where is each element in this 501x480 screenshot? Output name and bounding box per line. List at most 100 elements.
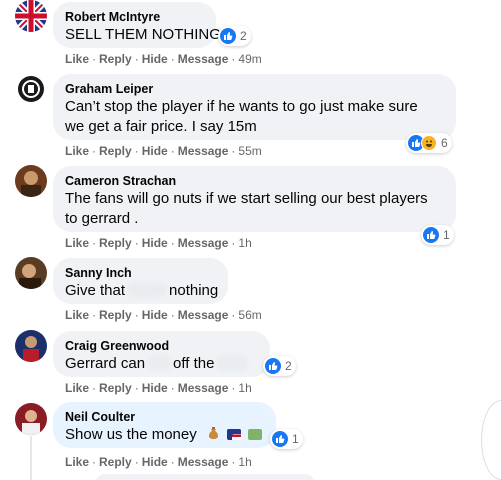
separator: · [92,308,97,322]
flag-emoji [227,429,242,440]
avatar[interactable] [15,0,47,32]
comment-text-line: we get a fair price. I say 15m [65,118,257,135]
comment-text: Give that nothing [65,281,219,301]
separator: · [134,381,139,395]
timestamp[interactable]: 55m [238,144,261,158]
like-link[interactable]: Like [65,455,89,469]
comment-actions: Like · Reply · Hide · Message · 1h [65,380,252,396]
union-jack-icon [15,0,47,32]
comment-text-line: The fans will go nuts if we start sellin… [65,190,428,207]
hide-link[interactable]: Hide [142,236,168,250]
reply-link[interactable]: Reply [99,236,132,250]
comment-bubble: Sanny Inch Give that nothing [53,258,228,304]
hide-link[interactable]: Hide [142,52,168,66]
reaction-summary[interactable]: 1 [421,225,454,245]
like-link[interactable]: Like [65,144,89,158]
avatar[interactable] [15,165,47,197]
separator: · [231,381,236,395]
reaction-summary[interactable]: 1 [270,429,303,449]
message-link[interactable]: Message [178,308,229,322]
comment-author[interactable]: Graham Leiper [65,81,444,97]
like-link[interactable]: Like [65,381,89,395]
message-link[interactable]: Message [178,455,229,469]
reply-link[interactable]: Reply [99,455,132,469]
message-link[interactable]: Message [178,52,229,66]
reaction-count: 2 [285,359,292,373]
separator: · [92,455,97,469]
like-icon [220,28,236,44]
separator: · [170,52,175,66]
reaction-summary[interactable]: 2 [218,26,251,46]
separator: · [170,455,175,469]
scroll-control-edge[interactable] [481,400,501,480]
separator: · [134,308,139,322]
money-bag-emoji [207,425,220,445]
avatar[interactable] [15,257,47,289]
separator: · [170,236,175,250]
comment-bubble: Robert McIntyre SELL THEM NOTHING [53,2,221,48]
separator: · [231,236,236,250]
comment-actions: Like · Reply · Hide · Message · 1h [65,454,252,470]
separator: · [231,308,236,322]
separator: · [92,144,97,158]
message-link[interactable]: Message [178,381,229,395]
hide-link[interactable]: Hide [142,381,168,395]
reply-link[interactable]: Reply [99,381,132,395]
comment-actions: Like · Reply · Hide · Message · 1h [65,235,252,251]
timestamp[interactable]: 56m [238,308,261,322]
message-link[interactable]: Message [178,236,229,250]
timestamp[interactable]: 49m [238,52,261,66]
comment-author[interactable]: Cameron Strachan [65,173,444,189]
comment-bubble: Neil Coulter Show us the money [53,402,276,448]
profile-photo-icon [15,403,47,435]
profile-photo-icon [15,257,47,289]
text-part: Give that [65,282,126,299]
comment-bubble: Cameron Strachan The fans will go nuts i… [53,166,456,232]
reply-link[interactable]: Reply [99,144,132,158]
text-part: Show us the money [65,426,197,443]
like-icon [265,358,281,374]
comment-text: Gerrard can off the [65,354,258,374]
timestamp[interactable]: 1h [238,236,251,250]
separator: · [134,52,139,66]
reply-link[interactable]: Reply [99,308,132,322]
separator: · [92,381,97,395]
like-link[interactable]: Like [65,308,89,322]
profile-photo-icon [15,165,47,197]
comment-author[interactable]: Sanny Inch [65,265,216,281]
reaction-summary[interactable]: 6 [406,133,452,153]
comment-bubble: Craig Greenwood Gerrard can off the [53,331,270,377]
avatar[interactable] [15,403,47,435]
comment-thread: Robert McIntyre SELL THEM NOTHING 2 Like… [0,0,501,480]
avatar[interactable] [15,330,47,362]
text-part: nothing [169,282,219,299]
reaction-count: 1 [292,432,299,446]
comment-author[interactable]: Robert McIntyre [65,9,204,25]
like-link[interactable]: Like [65,52,89,66]
reply-link[interactable]: Reply [99,52,132,66]
reaction-count: 6 [441,136,448,150]
thread-line [30,436,32,480]
hide-link[interactable]: Hide [142,144,168,158]
separator: · [170,381,175,395]
separator: · [170,308,175,322]
redacted-text [128,283,167,297]
hide-link[interactable]: Hide [142,455,168,469]
comment-author[interactable]: Neil Coulter [65,409,264,425]
like-link[interactable]: Like [65,236,89,250]
comment-actions: Like · Reply · Hide · Message · 49m [65,51,262,67]
timestamp[interactable]: 1h [238,455,251,469]
separator: · [231,144,236,158]
avatar[interactable] [15,73,47,105]
reaction-summary[interactable]: 2 [263,356,296,376]
message-link[interactable]: Message [178,144,229,158]
club-crest-icon [15,73,47,105]
separator: · [170,144,175,158]
hide-link[interactable]: Hide [142,308,168,322]
separator: · [231,52,236,66]
separator: · [92,236,97,250]
banknote-emoji [248,429,263,440]
comment-author[interactable]: Craig Greenwood [65,338,258,354]
timestamp[interactable]: 1h [238,381,251,395]
separator: · [92,52,97,66]
